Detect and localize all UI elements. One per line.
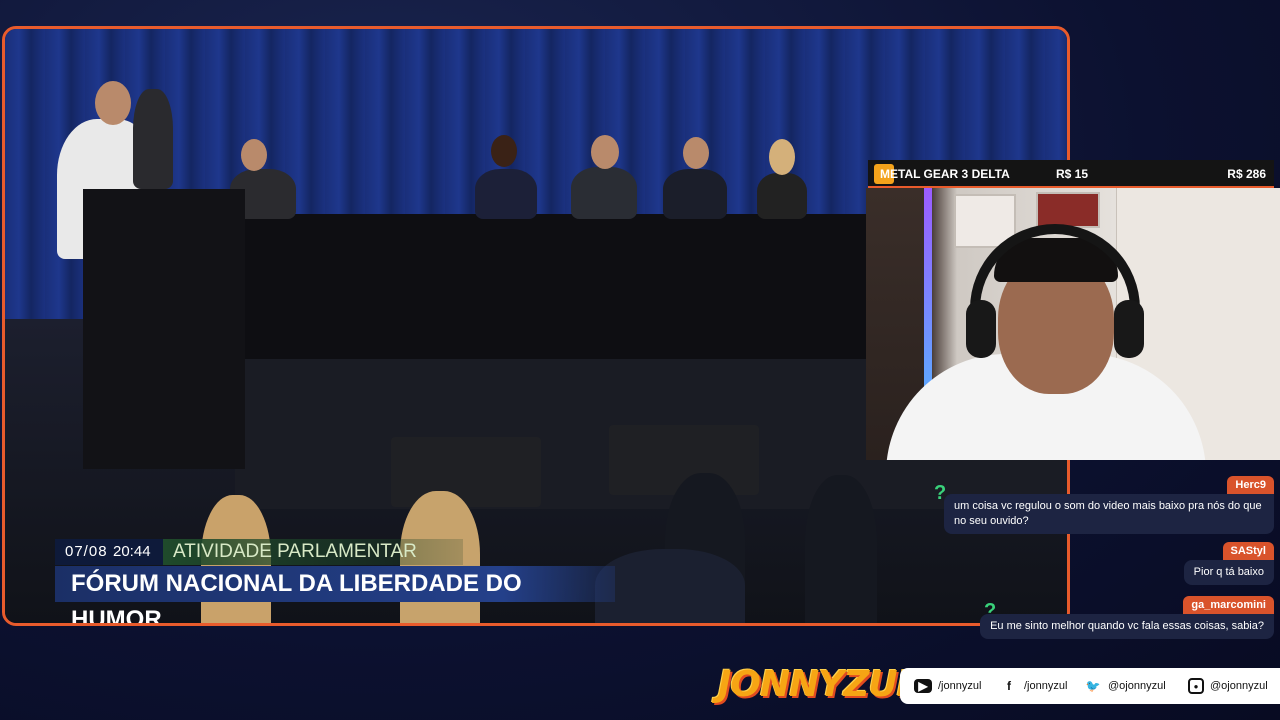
social-instagram[interactable]: ● @ojonnyzul xyxy=(1188,668,1268,704)
panelist-head xyxy=(491,135,517,167)
chat-message: um coisa vc regulou o som do video mais … xyxy=(944,494,1274,534)
broadcast-title: FÓRUM NACIONAL DA LIBERDADE DO HUMOR xyxy=(55,566,615,623)
chat-username: Herc9 xyxy=(1227,476,1274,494)
goal-name: METAL GEAR 3 DELTA xyxy=(880,167,1010,181)
youtube-icon: ▶ xyxy=(914,679,932,693)
broadcast-category: ATIVIDADE PARLAMENTAR xyxy=(163,539,463,565)
headphone-cup xyxy=(1114,300,1144,358)
goal-current: R$ 15 xyxy=(1056,167,1089,181)
social-handle: /jonnyzul xyxy=(1024,680,1068,692)
headphone-cup xyxy=(966,300,996,358)
facebook-icon: f xyxy=(1007,679,1011,693)
instagram-icon: ● xyxy=(1188,678,1204,694)
panelist xyxy=(663,169,727,219)
wall-art xyxy=(1036,192,1100,228)
social-handle: @ojonnyzul xyxy=(1210,680,1268,692)
podium xyxy=(83,189,245,469)
donation-goal-bar: METAL GEAR 3 DELTA R$ 15 R$ 286 xyxy=(868,160,1274,188)
social-handle: @ojonnyzul xyxy=(1108,680,1166,692)
audience-member xyxy=(595,549,745,623)
panelist xyxy=(571,167,637,219)
social-facebook[interactable]: f /jonnyzul xyxy=(1000,668,1067,704)
panelist xyxy=(757,173,807,219)
chat-username: SAStyl xyxy=(1222,542,1274,560)
channel-logo: JONNYZUL xyxy=(718,664,920,705)
panelist-head xyxy=(591,135,619,169)
social-handle: /jonnyzul xyxy=(938,680,982,692)
twitter-icon: 🐦 xyxy=(1085,679,1101,693)
goal-target: R$ 286 xyxy=(1227,167,1266,181)
webcam-feed xyxy=(866,188,1280,460)
speaker-head xyxy=(95,81,131,125)
panelist-head xyxy=(683,137,709,169)
aide xyxy=(133,89,173,189)
social-twitter[interactable]: 🐦 @ojonnyzul xyxy=(1084,668,1166,704)
social-links-bar: ▶ /jonnyzul f /jonnyzul 🐦 @ojonnyzul ● @… xyxy=(900,668,1280,704)
chat-message: Pior q tá baixo xyxy=(1183,560,1274,585)
panel-table xyxy=(240,214,870,359)
broadcast-time: 20:44 xyxy=(113,543,151,560)
audience-member xyxy=(805,475,877,623)
chat-overlay: ? Herc9 um coisa vc regulou o som do vid… xyxy=(930,470,1280,650)
panelist xyxy=(475,169,537,219)
chat-message: Eu me sinto melhor quando vc fala essas … xyxy=(980,614,1274,639)
panelist-head xyxy=(241,139,267,171)
chat-username: ga_marcomini xyxy=(1183,596,1274,614)
panelist-head xyxy=(769,139,795,175)
webcam-led-strip xyxy=(924,188,932,388)
social-youtube[interactable]: ▶ /jonnyzul xyxy=(914,668,981,704)
stage-speaker xyxy=(391,437,541,507)
